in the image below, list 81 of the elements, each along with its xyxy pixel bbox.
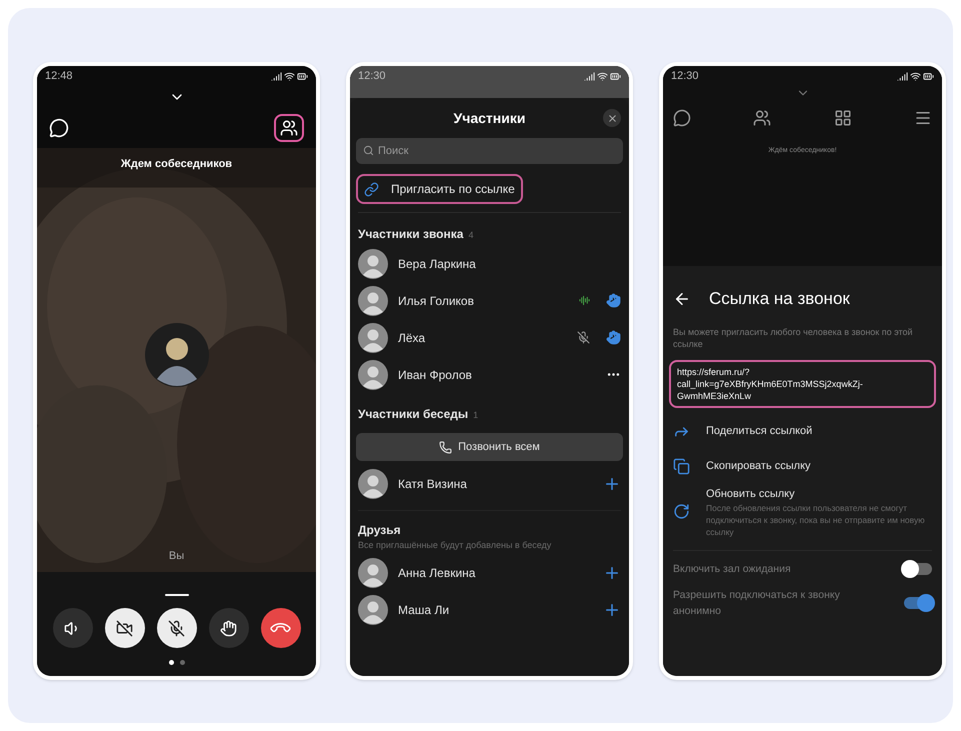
link-box[interactable]: https://sferum.ru/? call_link=g7eXBfryKHm6E0Tm3MSSj2xqwkZj- GwmhME3ieXnLw: [669, 360, 936, 408]
close-button[interactable]: [603, 109, 621, 127]
sheet-title: Участники: [454, 108, 526, 128]
hand-icon: [220, 620, 237, 636]
close-icon: [606, 112, 618, 124]
member-name: Анна Левкина: [398, 565, 476, 582]
section-subtitle: Все приглашённые будут добавлены в беседу: [357, 539, 552, 552]
waiting-text: Ждем собеседников: [120, 157, 232, 172]
avatar: [358, 595, 388, 625]
battery-icon: [297, 70, 308, 82]
member-name: Лёха: [398, 330, 426, 346]
section-title: Друзья: [357, 522, 402, 539]
avatar: [358, 286, 388, 316]
mic-off-button[interactable]: [156, 608, 196, 648]
camera-off-icon: [116, 620, 133, 636]
refresh-icon: [673, 503, 690, 520]
signal-icon: [271, 70, 282, 82]
wifi-icon: [284, 70, 295, 82]
section-title: Участники звонка: [358, 226, 464, 243]
avatar: [358, 360, 388, 390]
sheet-title: Ссылка на звонок: [709, 288, 850, 310]
avatar: [358, 248, 388, 278]
mic-off-icon: [168, 620, 185, 636]
toggle-switch[interactable]: [904, 563, 932, 575]
member-row[interactable]: Катя Визина: [350, 465, 629, 502]
member-row[interactable]: Анна Левкина: [350, 554, 629, 592]
copy-icon: [673, 458, 690, 474]
link-text: https://sferum.ru/? call_link=g7eXBfryKHm6E0Tm3MSSj2xqwkZj- GwmhME3ieXnLw: [677, 366, 864, 402]
camera-off-button[interactable]: [104, 608, 144, 648]
self-label: Вы: [168, 548, 184, 564]
add-icon[interactable]: [603, 564, 621, 582]
avatar: [144, 323, 208, 387]
search-icon: [363, 145, 374, 156]
share-link-button[interactable]: Поделиться ссылкой: [706, 422, 812, 440]
avatar: [358, 322, 388, 352]
member-name: Маша Ли: [398, 602, 450, 619]
grid-icon[interactable]: [834, 109, 852, 127]
people-icon: [280, 119, 298, 137]
status-time: 12:48: [45, 68, 73, 84]
section-title: Участники беседы: [358, 406, 468, 423]
participants-button[interactable]: [274, 114, 304, 142]
setting-label: Включить зал ожидания: [673, 562, 792, 577]
battery-icon: [610, 70, 621, 82]
chat-icon[interactable]: [673, 109, 691, 127]
invite-link-button[interactable]: Пригласить по ссылке: [356, 174, 523, 204]
copy-link-button[interactable]: Скопировать ссылку: [706, 458, 811, 474]
status-time: 12:30: [671, 68, 699, 84]
member-name: Катя Визина: [398, 476, 468, 492]
signal-icon: [584, 70, 595, 82]
member-row[interactable]: Лёха: [350, 319, 629, 356]
member-name: Вера Ларкина: [398, 256, 477, 272]
search-field[interactable]: Поиск: [356, 138, 623, 164]
member-name: Иван Фролов: [398, 366, 473, 384]
description-text: Вы можете пригласить любого человека в звонок по этой ссылке: [673, 326, 914, 350]
raise-hand-button[interactable]: [208, 608, 248, 648]
action-description: После обновления ссылки пользователя не смогут подключиться к звонку, пока вы не отправите им новую ссылку: [706, 502, 926, 538]
signal-icon: [897, 70, 908, 82]
member-name: Илья Голиков: [398, 292, 475, 310]
wifi-icon: [597, 70, 608, 82]
call-all-button[interactable]: Позвонить всем: [356, 433, 623, 461]
member-row[interactable]: Илья Голиков: [350, 282, 629, 319]
member-row[interactable]: Маша Ли: [350, 592, 629, 628]
status-time: 12:30: [358, 68, 386, 84]
add-icon[interactable]: [603, 601, 621, 619]
speaker-button[interactable]: [52, 608, 92, 648]
avatar: [358, 468, 388, 498]
end-call-button[interactable]: [260, 608, 300, 648]
avatar: [358, 558, 388, 588]
refresh-link-button[interactable]: Обновить ссылку: [706, 486, 932, 502]
menu-icon[interactable]: [914, 109, 932, 127]
link-icon: [364, 182, 379, 196]
section-count: 1: [473, 409, 478, 422]
section-count: 4: [468, 229, 474, 242]
member-row[interactable]: Вера Ларкина: [350, 245, 629, 282]
people-icon[interactable]: [753, 109, 772, 127]
battery-icon: [923, 70, 934, 82]
setting-label: Разрешить подключаться к звонку анонимно: [673, 588, 841, 619]
wifi-icon: [910, 70, 921, 82]
toggle-switch[interactable]: [904, 597, 932, 609]
member-row[interactable]: Иван Фролов: [350, 356, 629, 393]
phone-icon: [439, 440, 452, 454]
